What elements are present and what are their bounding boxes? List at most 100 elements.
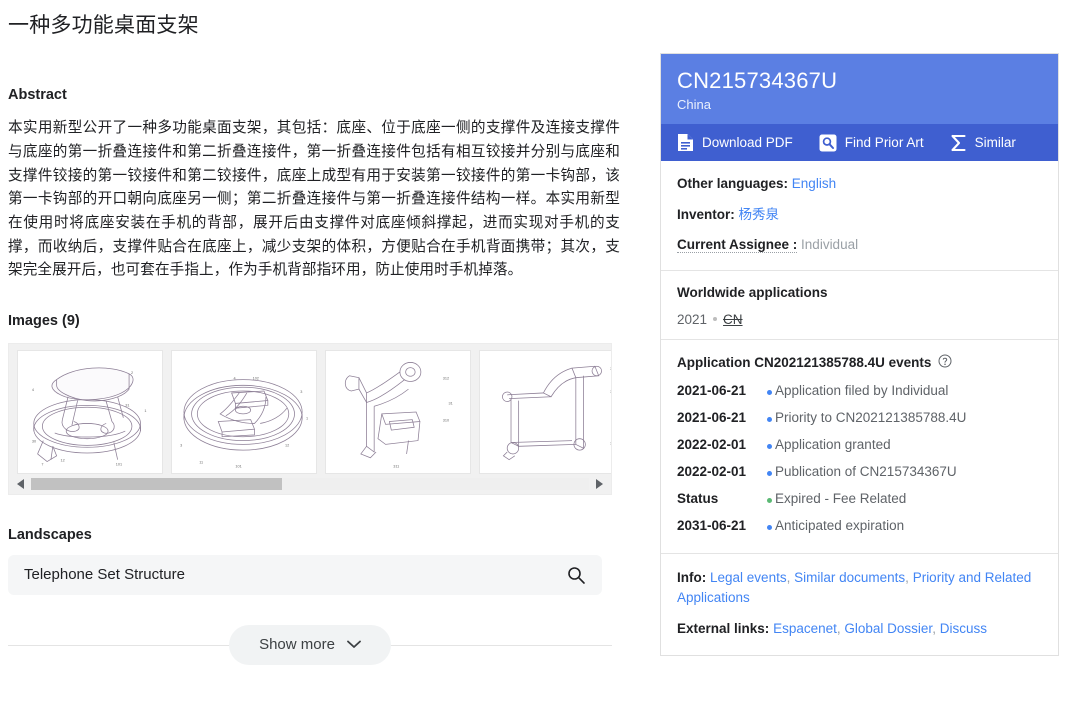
landscapes-heading: Landscapes (8, 526, 92, 543)
find-prior-art-button[interactable]: Find Prior Art (819, 134, 924, 152)
svg-text:322: 322 (610, 441, 611, 445)
svg-text:7: 7 (41, 462, 43, 466)
info-links-row: Info: Legal events, Similar documents, P… (677, 569, 1032, 605)
download-pdf-button[interactable]: Download PDF (677, 133, 793, 152)
svg-text:2: 2 (131, 371, 133, 375)
svg-text:311: 311 (393, 464, 399, 468)
country-label: China (677, 97, 711, 113)
svg-text:11: 11 (199, 460, 203, 464)
image-thumbnail[interactable]: 312 31 310 311 (325, 349, 471, 474)
scrollbar-track[interactable] (31, 477, 589, 490)
info-links-label: Info: (677, 569, 707, 585)
similar-label: Similar (974, 135, 1016, 151)
similar-button[interactable]: Similar (950, 134, 1016, 152)
event-bullet-icon (763, 470, 775, 476)
svg-text:12: 12 (285, 443, 289, 447)
event-text: Expired - Fee Related (775, 490, 907, 506)
event-row: 2021-06-21 Application filed by Individu… (677, 383, 1042, 398)
show-more-container: Show more (8, 624, 612, 665)
help-circle-icon[interactable] (938, 354, 952, 371)
event-row: 2022-02-01 Application granted (677, 437, 1042, 452)
panel-links-section: Info: Legal events, Similar documents, P… (661, 554, 1058, 655)
event-bullet-icon (763, 389, 775, 395)
inventor-link[interactable]: 杨秀泉 (739, 207, 780, 222)
image-thumbnail[interactable]: 321320 32322 (479, 349, 611, 474)
svg-text:101: 101 (116, 462, 122, 466)
worldwide-application-row: 2021 CN (677, 312, 1042, 333)
show-more-button[interactable]: Show more (229, 624, 391, 665)
abstract-heading: Abstract (8, 87, 67, 104)
inventor-row: Inventor: 杨秀泉 (677, 206, 1042, 224)
worldwide-year: 2021 (677, 311, 708, 327)
event-text: Anticipated expiration (775, 517, 905, 533)
espacenet-link[interactable]: Espacenet (773, 621, 837, 636)
worldwide-country-link[interactable]: CN (723, 312, 743, 327)
svg-text:30: 30 (32, 439, 36, 443)
other-languages-label: Other languages: (677, 176, 789, 192)
find-prior-art-label: Find Prior Art (844, 135, 924, 151)
svg-text:4: 4 (32, 388, 34, 392)
svg-text:1: 1 (306, 416, 308, 420)
chevron-down-icon (347, 637, 361, 652)
image-thumbnail[interactable]: 4 102 3 1 3 11 101 12 (171, 349, 317, 474)
abstract-text: 本实用新型公开了一种多功能桌面支架，其包括：底座、位于底座一侧的支撑件及连接支撑… (8, 120, 620, 279)
svg-text:102: 102 (253, 376, 259, 380)
global-dossier-link[interactable]: Global Dossier (844, 621, 932, 636)
main-content-column: 一种多功能桌面支架 Abstract 本实用新型公开了一种多功能桌面支架，其包括… (8, 0, 620, 665)
event-row-status: Status Expired - Fee Related (677, 491, 1042, 506)
panel-metadata: Other languages: English Inventor: 杨秀泉 C… (661, 161, 1058, 270)
svg-text:3: 3 (300, 390, 302, 394)
similar-documents-link[interactable]: Similar documents (794, 570, 905, 585)
svg-text:31: 31 (449, 401, 453, 405)
search-icon[interactable] (566, 565, 586, 585)
external-links-label: External links: (677, 621, 770, 637)
event-row: 2031-06-21 Anticipated expiration (677, 518, 1042, 533)
current-assignee-row: Current Assignee : Individual (677, 236, 1042, 254)
event-text: Application granted (775, 436, 891, 452)
external-links-row: External links: Espacenet, Global Dossie… (677, 621, 987, 637)
svg-text:321: 321 (610, 367, 611, 371)
worldwide-applications-heading: Worldwide applications (677, 284, 828, 300)
prior-art-search-icon (819, 134, 837, 152)
discuss-link[interactable]: Discuss (940, 621, 987, 636)
svg-text:4: 4 (234, 376, 236, 380)
other-languages-link[interactable]: English (792, 176, 836, 191)
carousel-scrollbar[interactable] (9, 473, 611, 494)
event-bullet-icon (763, 416, 775, 422)
svg-text:3: 3 (180, 443, 182, 447)
svg-text:101: 101 (235, 464, 241, 468)
event-date: 2021-06-21 (677, 409, 747, 425)
svg-text:12: 12 (60, 458, 64, 462)
image-thumbnail[interactable]: 2 4 1 31 30 7 12 101 (17, 349, 163, 474)
triangle-left-icon[interactable] (15, 477, 27, 491)
images-carousel: 24 1 31 30 7 12 101 4 102 3 1 3 11 101 1… (8, 342, 612, 495)
svg-text:31: 31 (125, 403, 129, 407)
panel-action-bar: Download PDF Find Prior Art Similar (661, 124, 1058, 162)
publication-number: CN215734367U (677, 68, 838, 93)
event-bullet-icon (763, 497, 775, 503)
landscape-item-label: Telephone Set Structure (24, 566, 185, 584)
event-date: Status (677, 490, 719, 506)
scrollbar-thumb[interactable] (31, 477, 283, 490)
landscape-item-telephone-set-structure[interactable]: Telephone Set Structure (8, 554, 602, 595)
application-events-heading: Application CN202121385788.4U events (677, 354, 1042, 371)
event-bullet-icon (763, 443, 775, 449)
download-pdf-label: Download PDF (702, 135, 793, 151)
event-text: Publication of CN215734367U (775, 463, 957, 479)
svg-text:1: 1 (144, 409, 146, 413)
svg-text:310: 310 (443, 418, 449, 422)
worldwide-applications-section: Worldwide applications 2021 CN (661, 271, 1058, 339)
event-bullet-icon (763, 524, 775, 530)
event-date: 2022-02-01 (677, 463, 747, 479)
inventor-label: Inventor: (677, 206, 735, 222)
legal-events-link[interactable]: Legal events (710, 570, 787, 585)
svg-text:312: 312 (443, 376, 449, 380)
event-row: 2021-06-21 Priority to CN202121385788.4U (677, 410, 1042, 425)
bullet-dot-icon (713, 317, 718, 322)
application-events-section: Application CN202121385788.4U events 202… (661, 340, 1058, 553)
event-text: Application filed by Individual (775, 382, 949, 398)
triangle-right-icon[interactable] (593, 477, 605, 491)
page-title: 一种多功能桌面支架 (8, 14, 199, 37)
current-assignee-value: Individual (801, 237, 859, 253)
event-text: Priority to CN202121385788.4U (775, 409, 967, 425)
